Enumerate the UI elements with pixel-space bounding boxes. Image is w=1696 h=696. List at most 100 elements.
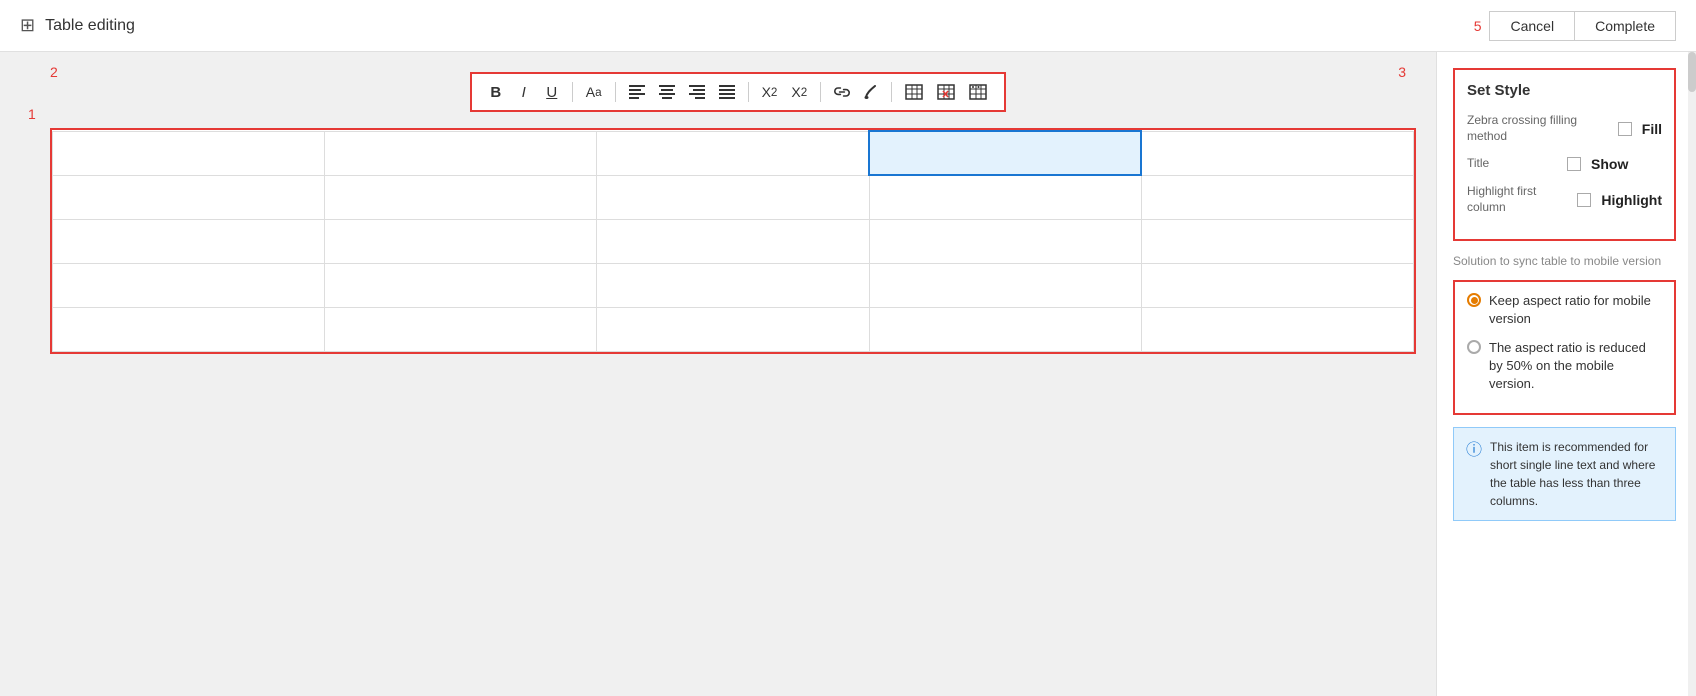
table-container bbox=[50, 128, 1416, 354]
table-cell[interactable] bbox=[1141, 131, 1413, 175]
link-button[interactable] bbox=[829, 80, 855, 104]
sidebar-inner: Set Style Zebra crossing filling method … bbox=[1437, 52, 1696, 537]
badge-2: 2 bbox=[50, 64, 58, 80]
align-justify-button[interactable] bbox=[714, 80, 740, 104]
superscript-button[interactable]: X2 bbox=[786, 80, 812, 104]
align-center-icon bbox=[659, 85, 675, 99]
set-style-section: Set Style Zebra crossing filling method … bbox=[1453, 68, 1676, 241]
right-sidebar: Set Style Zebra crossing filling method … bbox=[1436, 52, 1696, 696]
header-left: ⊞ Table editing bbox=[20, 15, 135, 36]
table-cell[interactable] bbox=[1141, 219, 1413, 263]
table-cell[interactable] bbox=[597, 131, 869, 175]
table-cell[interactable] bbox=[1141, 263, 1413, 307]
zebra-checkbox[interactable] bbox=[1618, 122, 1632, 136]
info-icon: ⓘ bbox=[1466, 439, 1482, 510]
title-label: Title bbox=[1467, 156, 1557, 172]
content-area: 2 3 B I U Aa bbox=[0, 52, 1436, 696]
brush-button[interactable] bbox=[859, 80, 883, 104]
radio-option-2: The aspect ratio is reduced by 50% on th… bbox=[1467, 339, 1662, 394]
table-wrapper: 1 bbox=[50, 128, 1416, 354]
align-right-button[interactable] bbox=[684, 80, 710, 104]
table-cell-selected[interactable] bbox=[869, 131, 1141, 175]
complete-button[interactable]: Complete bbox=[1574, 11, 1676, 41]
scrollbar-thumb[interactable] bbox=[1688, 52, 1696, 92]
align-left-button[interactable] bbox=[624, 80, 650, 104]
table-cell[interactable] bbox=[53, 131, 325, 175]
zebra-value: Fill bbox=[1642, 121, 1662, 137]
italic-button[interactable]: I bbox=[512, 80, 536, 104]
table-insert-icon bbox=[905, 84, 923, 100]
table-cell[interactable] bbox=[597, 219, 869, 263]
table-row bbox=[53, 175, 1414, 219]
table-options-button[interactable] bbox=[964, 80, 992, 104]
badge-3: 3 bbox=[1398, 64, 1406, 80]
formatting-toolbar: B I U Aa X2 bbox=[470, 72, 1006, 112]
mobile-option2-label: The aspect ratio is reduced by 50% on th… bbox=[1489, 339, 1662, 394]
title-checkbox[interactable] bbox=[1567, 157, 1581, 171]
header-right: 5 Cancel Complete bbox=[1474, 11, 1676, 41]
table-icon: ⊞ bbox=[20, 15, 35, 36]
link-icon bbox=[834, 85, 850, 99]
title-row: Title Show bbox=[1467, 156, 1662, 172]
table-row bbox=[53, 263, 1414, 307]
info-text: This item is recommended for short singl… bbox=[1490, 438, 1663, 510]
zebra-label: Zebra crossing filling method bbox=[1467, 113, 1608, 144]
table-cell[interactable] bbox=[325, 263, 597, 307]
table-cell[interactable] bbox=[325, 307, 597, 351]
title-value: Show bbox=[1591, 156, 1628, 172]
cancel-button[interactable]: Cancel bbox=[1489, 11, 1574, 41]
table-cell[interactable] bbox=[869, 307, 1141, 351]
scrollbar-track[interactable] bbox=[1688, 52, 1696, 696]
table-cell[interactable] bbox=[53, 175, 325, 219]
sep5 bbox=[891, 82, 892, 102]
table-cell[interactable] bbox=[325, 131, 597, 175]
header: ⊞ Table editing 5 Cancel Complete bbox=[0, 0, 1696, 52]
table-cell[interactable] bbox=[597, 307, 869, 351]
set-style-title: Set Style bbox=[1467, 82, 1662, 99]
table-cell[interactable] bbox=[1141, 307, 1413, 351]
align-left-icon bbox=[629, 85, 645, 99]
table-cell[interactable] bbox=[325, 219, 597, 263]
table-row bbox=[53, 307, 1414, 351]
sep3 bbox=[748, 82, 749, 102]
table-cell[interactable] bbox=[53, 219, 325, 263]
bold-button[interactable]: B bbox=[484, 80, 508, 104]
table-cell[interactable] bbox=[53, 307, 325, 351]
sep4 bbox=[820, 82, 821, 102]
radio-reduce-aspect[interactable] bbox=[1467, 340, 1481, 354]
table-cell[interactable] bbox=[869, 219, 1141, 263]
highlight-value: Highlight bbox=[1601, 192, 1662, 208]
table-insert-button[interactable] bbox=[900, 80, 928, 104]
sync-label: Solution to sync table to mobile version bbox=[1453, 253, 1676, 270]
table-cell[interactable] bbox=[869, 263, 1141, 307]
radio-option-1: Keep aspect ratio for mobile version bbox=[1467, 292, 1662, 328]
table-cell[interactable] bbox=[869, 175, 1141, 219]
table-options-icon bbox=[969, 84, 987, 100]
align-center-button[interactable] bbox=[654, 80, 680, 104]
page-title: Table editing bbox=[45, 17, 135, 35]
radio-keep-aspect[interactable] bbox=[1467, 293, 1481, 307]
table-cell[interactable] bbox=[1141, 175, 1413, 219]
table-delete-button[interactable] bbox=[932, 80, 960, 104]
subscript-button[interactable]: X2 bbox=[757, 80, 783, 104]
edit-table[interactable] bbox=[52, 130, 1414, 352]
highlight-checkbox[interactable] bbox=[1577, 193, 1591, 207]
table-cell[interactable] bbox=[597, 263, 869, 307]
main-layout: 2 3 B I U Aa bbox=[0, 52, 1696, 696]
brush-icon bbox=[864, 85, 878, 99]
fontsize-button[interactable]: Aa bbox=[581, 80, 607, 104]
underline-button[interactable]: U bbox=[540, 80, 564, 104]
table-cell[interactable] bbox=[325, 175, 597, 219]
table-delete-icon bbox=[937, 84, 955, 100]
highlight-row: Highlight first column Highlight bbox=[1467, 184, 1662, 215]
table-row bbox=[53, 131, 1414, 175]
badge-5: 5 bbox=[1474, 18, 1482, 34]
align-right-icon bbox=[689, 85, 705, 99]
table-row bbox=[53, 219, 1414, 263]
table-cell[interactable] bbox=[53, 263, 325, 307]
mobile-option1-label: Keep aspect ratio for mobile version bbox=[1489, 292, 1662, 328]
badge-1: 1 bbox=[28, 106, 36, 122]
toolbar-wrapper: 2 3 B I U Aa bbox=[80, 72, 1396, 112]
table-cell[interactable] bbox=[597, 175, 869, 219]
mobile-section: 4 Keep aspect ratio for mobile version T… bbox=[1453, 280, 1676, 415]
